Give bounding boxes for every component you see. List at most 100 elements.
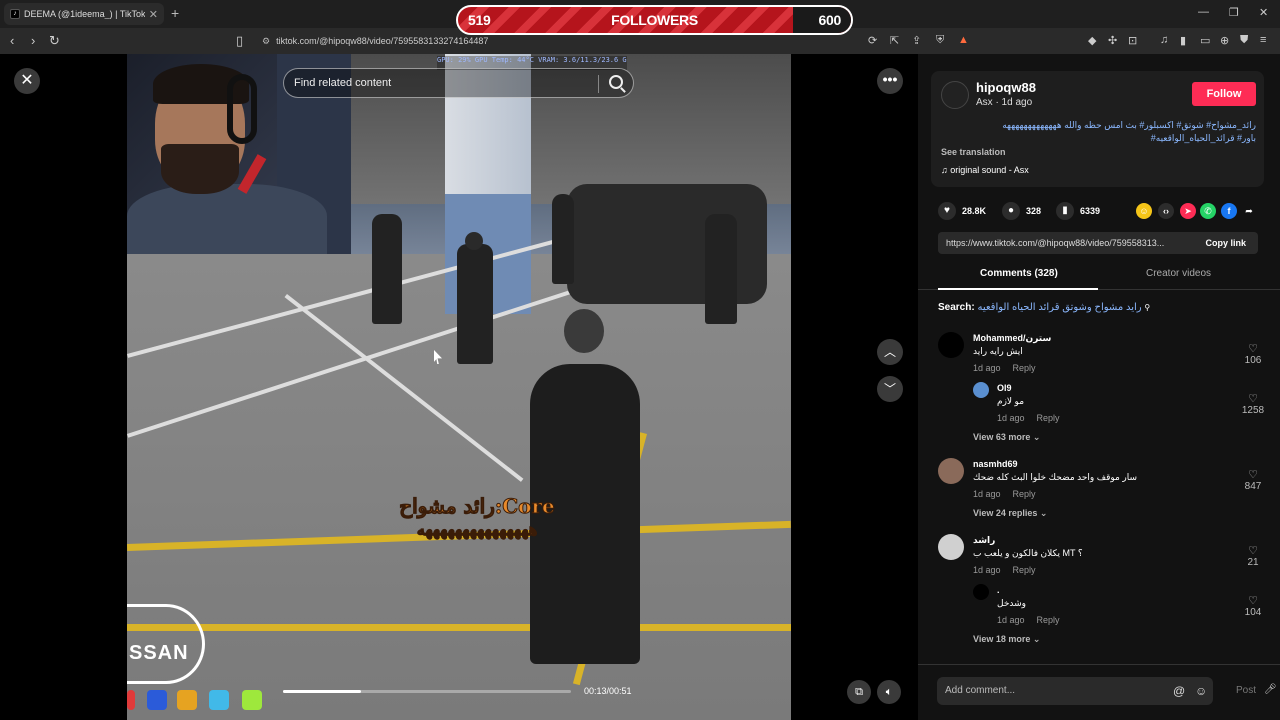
commenter-name[interactable]: nasmhd69: [973, 459, 1018, 469]
window-close-icon[interactable]: ✕: [1259, 6, 1268, 19]
emoji-icon[interactable]: ☺: [1195, 677, 1207, 705]
commenter-name[interactable]: راشد: [973, 535, 995, 546]
send-icon[interactable]: ➤: [1180, 203, 1196, 219]
brave-shield-icon[interactable]: ⛨: [936, 34, 944, 47]
follow-button[interactable]: Follow: [1192, 82, 1256, 106]
facebook-icon[interactable]: f: [1221, 203, 1237, 219]
commenter-name[interactable]: .: [997, 585, 1000, 595]
embed-icon[interactable]: ‹›: [1158, 203, 1174, 219]
reload-icon[interactable]: ↻: [49, 33, 60, 49]
copy-link-button[interactable]: Copy link: [1205, 232, 1246, 254]
search-icon[interactable]: [609, 75, 623, 89]
post-description: رائد_مشواح# شوتق# اكسبلور# بث امس حظه وا…: [941, 119, 1256, 145]
comment-like-button[interactable]: ♡ 1258: [1238, 392, 1268, 416]
comment-search-suggestion[interactable]: Search: رايد مشواح وشوتق قرائد الحياه ال…: [938, 302, 1150, 313]
post-comment-button[interactable]: Post: [1236, 677, 1256, 705]
commenter-avatar[interactable]: [938, 332, 964, 358]
creator-username[interactable]: hipoqw88: [976, 80, 1036, 95]
share-page-icon[interactable]: ⇪: [912, 34, 921, 47]
reply-button[interactable]: Reply: [1037, 615, 1060, 625]
wallet-icon[interactable]: ▭: [1200, 34, 1210, 47]
close-video-button[interactable]: ✕: [14, 68, 40, 94]
forward-icon[interactable]: ›: [31, 33, 35, 48]
chevron-down-icon: ⌄: [1032, 432, 1041, 442]
reply-button[interactable]: Reply: [1013, 489, 1036, 499]
comment-text: وشدخل: [997, 598, 1026, 608]
extension-diamond-icon[interactable]: ◆: [1088, 34, 1096, 47]
extensions-icon[interactable]: ✣: [1108, 34, 1117, 47]
related-search-input[interactable]: Find related content: [283, 68, 634, 98]
sidebar-icon[interactable]: ▮: [1180, 34, 1186, 47]
next-video-button[interactable]: ﹀: [877, 376, 903, 402]
tab-creator-videos[interactable]: Creator videos: [1146, 268, 1211, 279]
commenter-avatar[interactable]: [973, 382, 989, 398]
shield-icon[interactable]: ⛊: [1240, 34, 1248, 47]
add-comment-input[interactable]: Add comment... @ ☺: [937, 677, 1213, 705]
rewards-icon[interactable]: ▲: [958, 34, 969, 46]
tab-title: DEEMA (@1ideema_) | TikTok: [24, 9, 145, 19]
open-external-icon[interactable]: ⇱: [890, 34, 899, 47]
view-more-replies-button[interactable]: View 18 more ⌄: [973, 634, 1040, 645]
share-arrow-icon[interactable]: ➦: [1241, 203, 1257, 219]
mention-icon[interactable]: @: [1173, 677, 1185, 705]
add-comment-placeholder: Add comment...: [945, 685, 1016, 696]
back-icon[interactable]: ‹: [10, 33, 14, 48]
maximize-icon[interactable]: ❐: [1229, 6, 1239, 19]
video-frame[interactable]: GPU: 29% GPU Temp: 44°C VRAM: 3.6/11.3/2…: [127, 54, 791, 720]
comment-button[interactable]: ● 328: [1002, 202, 1041, 220]
video-progress-bar[interactable]: [283, 690, 571, 693]
tab-comments[interactable]: Comments (328): [980, 268, 1058, 279]
picture-in-picture-icon[interactable]: ⧉: [847, 680, 871, 704]
comment-like-button[interactable]: ♡ 847: [1238, 468, 1268, 492]
view-replies-button[interactable]: View 24 replies ⌄: [973, 508, 1047, 519]
reply-button[interactable]: Reply: [1013, 565, 1036, 575]
video-caption: رائد مشواح:Core هههههههههههههههه: [357, 494, 597, 540]
panel-tabs: Comments (328) Creator videos: [918, 264, 1280, 290]
site-info-icon[interactable]: ⚙: [262, 36, 270, 47]
vpn-icon[interactable]: ⊕: [1220, 34, 1229, 47]
creator-avatar[interactable]: [941, 81, 969, 109]
commenter-name[interactable]: Mohammed/سترن: [973, 333, 1051, 344]
followers-goal-count: 600: [818, 12, 842, 28]
share-emoji-icon[interactable]: ☺: [1136, 203, 1152, 219]
search-prefix: Search:: [938, 302, 975, 313]
reply-button[interactable]: Reply: [1037, 413, 1060, 423]
reply-button[interactable]: Reply: [1013, 363, 1036, 373]
commenter-avatar[interactable]: [938, 534, 964, 560]
post-hashtags-line-1[interactable]: رائد_مشواح# شوتق# اكسبلور# بث امس حظه وا…: [941, 119, 1256, 132]
menu-icon[interactable]: ≡: [1260, 34, 1266, 46]
microphone-icon[interactable]: 🎤︎: [1264, 684, 1277, 695]
tab-close-icon[interactable]: ✕: [149, 8, 158, 21]
screenshot-icon[interactable]: ⊡: [1128, 34, 1137, 47]
comment-like-button[interactable]: ♡ 104: [1238, 594, 1268, 618]
post-hashtags-line-2[interactable]: باور# قرائد_الحياه_الواقعيه#: [941, 132, 1256, 145]
headset-icon: [227, 74, 257, 144]
whatsapp-icon[interactable]: ✆: [1200, 203, 1216, 219]
comment-time: 1d ago: [997, 413, 1025, 423]
previous-video-button[interactable]: ︿: [877, 339, 903, 365]
media-icon[interactable]: ♫: [1160, 34, 1168, 46]
save-button[interactable]: ▮ 6339: [1056, 202, 1100, 220]
video-area[interactable]: GPU: 29% GPU Temp: 44°C VRAM: 3.6/11.3/2…: [0, 54, 918, 720]
commenter-avatar[interactable]: [938, 458, 964, 484]
minimize-icon[interactable]: —: [1198, 6, 1209, 18]
comment-icon: ●: [1002, 202, 1020, 220]
volume-icon[interactable]: 🔈︎: [877, 680, 901, 704]
comment-like-button[interactable]: ♡ 21: [1238, 544, 1268, 568]
sound-link[interactable]: ♫ original sound - Asx: [941, 165, 1029, 175]
view-more-replies-button[interactable]: View 63 more ⌄: [973, 432, 1040, 443]
see-translation-link[interactable]: See translation: [941, 147, 1006, 157]
cast-icon[interactable]: ⟳: [868, 34, 877, 47]
more-options-button[interactable]: •••: [877, 68, 903, 94]
comment-time: 1d ago: [973, 489, 1001, 499]
commenter-avatar[interactable]: [973, 584, 989, 600]
new-tab-button[interactable]: +: [171, 5, 179, 21]
heart-outline-icon: ♡: [1248, 545, 1258, 557]
like-button[interactable]: ♥ 28.8K: [938, 202, 986, 220]
nissan-logo-text: SSAN: [129, 642, 189, 664]
commenter-name[interactable]: Ol9: [997, 383, 1012, 393]
bookmark-icon[interactable]: ▯: [236, 33, 243, 49]
comment-like-button[interactable]: ♡ 106: [1238, 342, 1268, 366]
comment-meta: 1d ago Reply: [973, 363, 1036, 373]
browser-tab[interactable]: ♪ DEEMA (@1ideema_) | TikTok ✕: [4, 3, 164, 25]
